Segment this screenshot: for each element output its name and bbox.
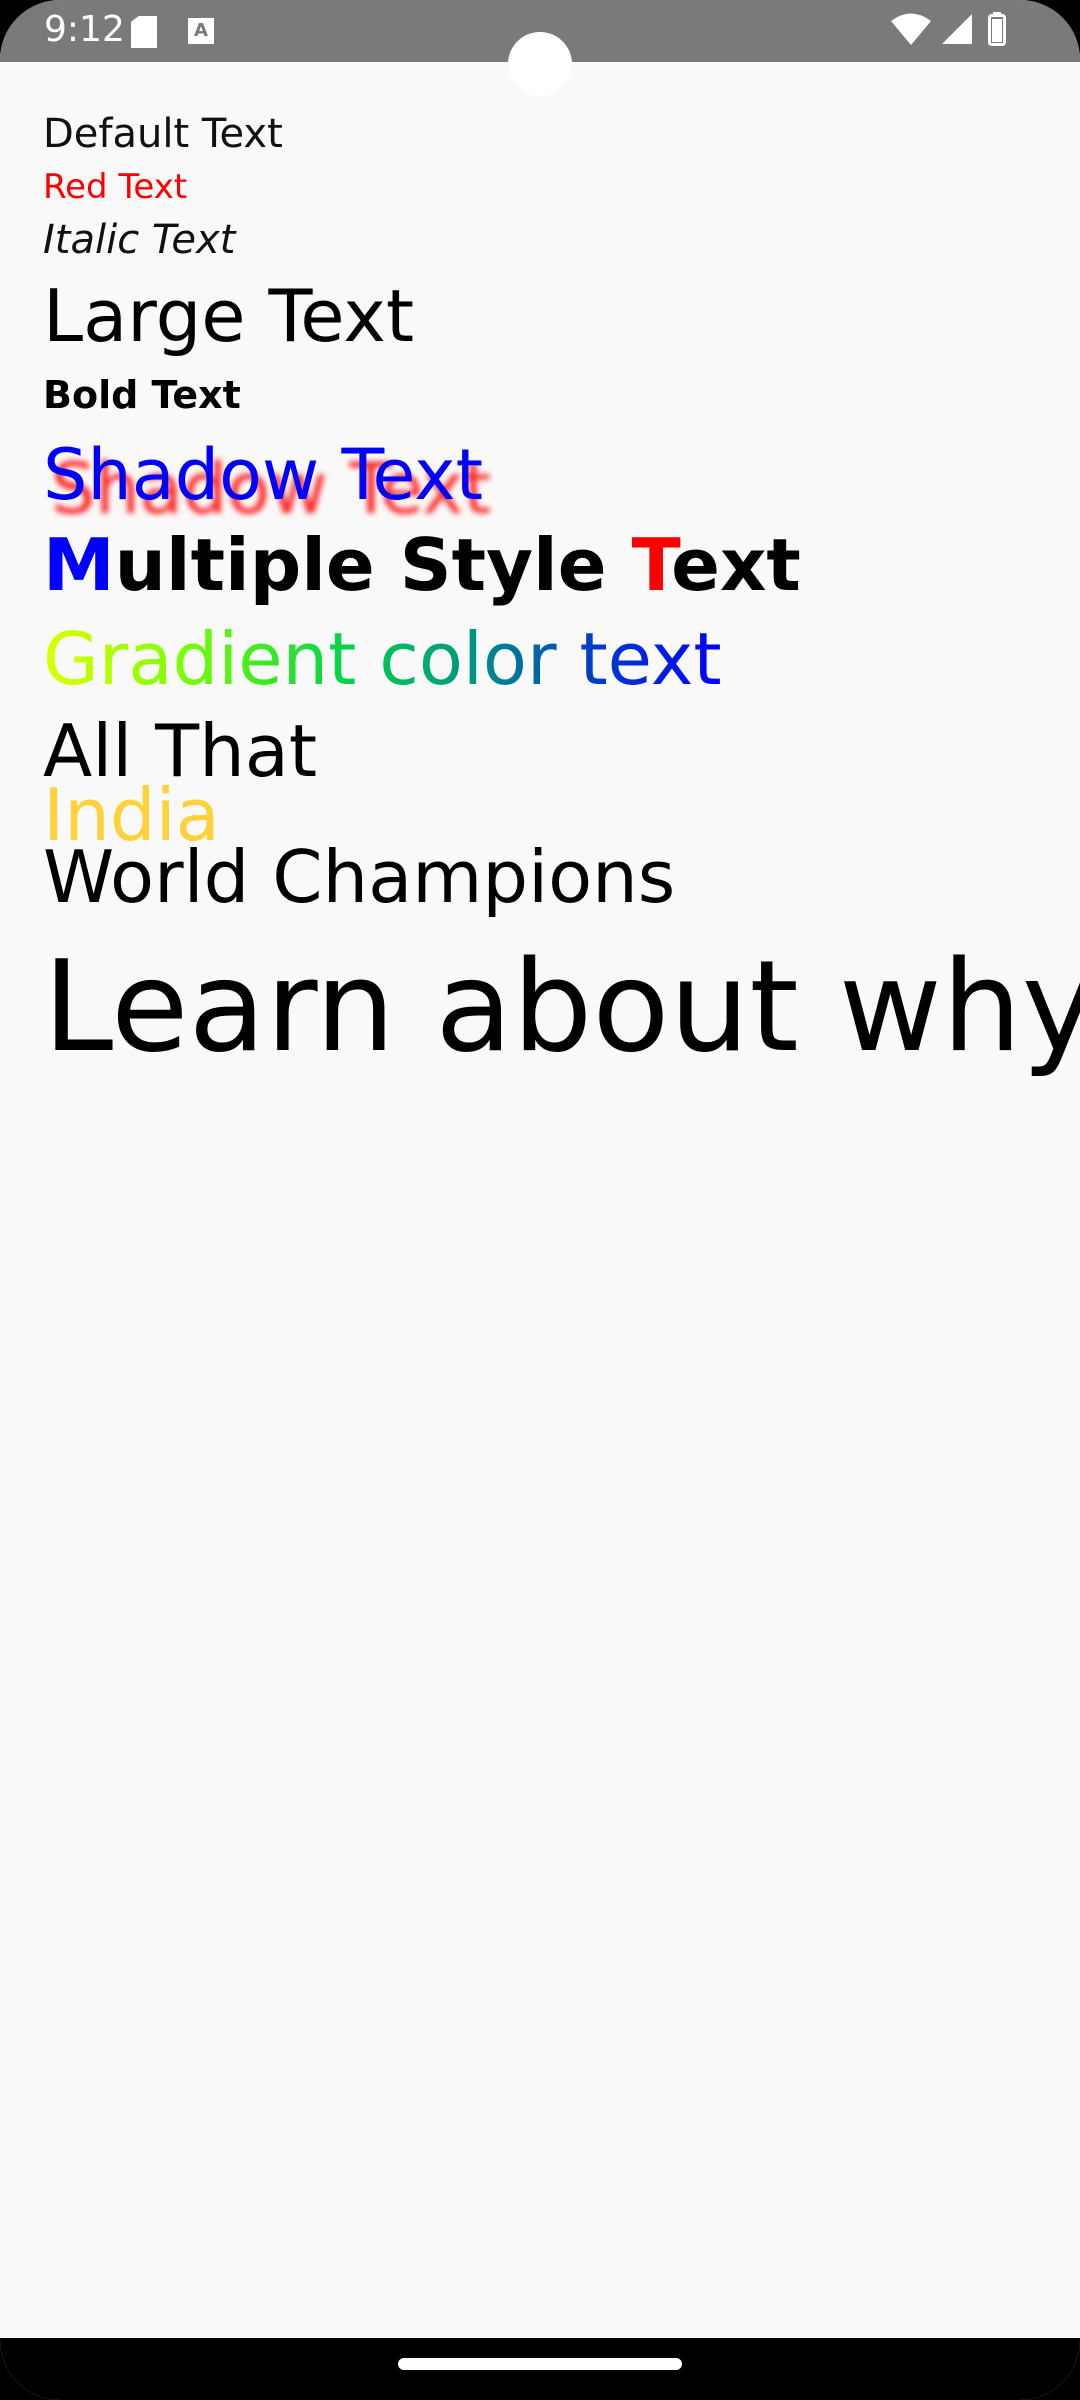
learn-about-why-text: Learn about why <box>43 933 1080 1080</box>
sd-card-icon <box>131 16 157 48</box>
gradient-text: Gradient color text <box>43 612 722 706</box>
red-text: Red Text <box>43 167 188 207</box>
multi-style-end: ext <box>671 523 801 607</box>
bold-text: Bold Text <box>43 373 241 417</box>
home-gesture-handle[interactable] <box>398 2358 682 2370</box>
italic-text: Italic Text <box>43 217 236 263</box>
status-time: 9:12 <box>44 9 125 50</box>
battery-icon <box>988 12 1006 46</box>
multiple-style-text: Multiple Style Text <box>43 518 801 612</box>
phone-screen: 9:12 A Default Text Red Text Italic Text… <box>0 0 1080 2400</box>
wifi-icon <box>891 13 931 45</box>
multi-style-m: M <box>43 523 115 607</box>
world-champions-text: World Champions <box>43 835 676 919</box>
multi-style-t: T <box>631 523 672 607</box>
a-icon: A <box>188 18 214 44</box>
signal-icon <box>942 14 972 44</box>
shadow-text: Shadow Text <box>43 434 484 516</box>
default-text: Default Text <box>43 111 283 157</box>
multi-style-middle: ultiple Style <box>114 523 632 607</box>
navigation-bar <box>0 2338 1080 2400</box>
front-camera-cutout <box>508 32 572 96</box>
large-text: Large Text <box>43 274 415 358</box>
